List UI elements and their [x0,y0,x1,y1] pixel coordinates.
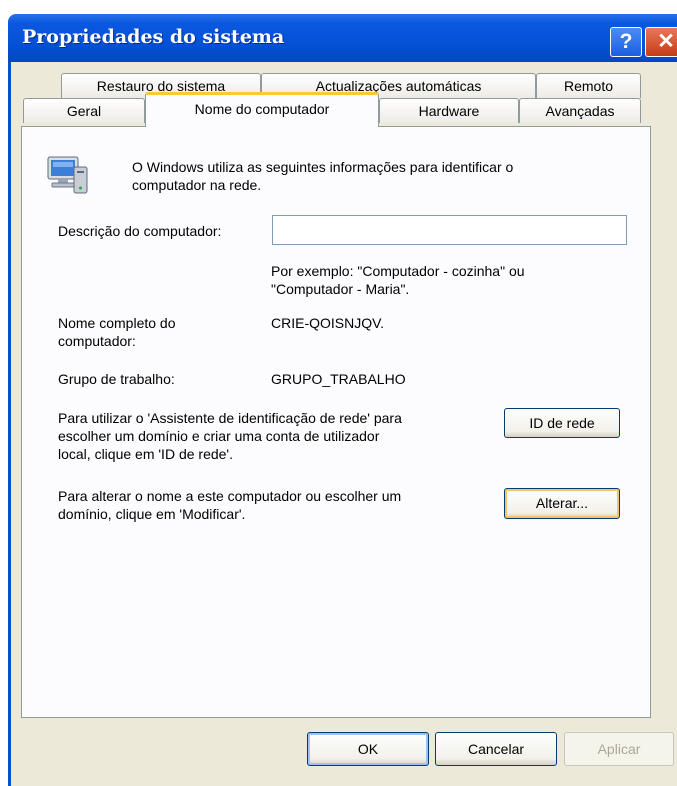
network-id-button[interactable]: ID de rede [504,408,620,438]
full-name-value: CRIE-QOISNJQV. [271,315,385,331]
rename-text-line1: Para alterar o nome a este computador ou… [58,488,402,504]
description-example-line2: "Computador - Maria". [271,281,410,297]
tab-panel: O Windows utiliza as seguintes informaçõ… [21,126,651,718]
tab-geral[interactable]: Geral [23,98,145,123]
title-bar[interactable]: Propriedades do sistema ? ✕ [8,14,677,62]
tab-remoto[interactable]: Remoto [536,73,641,98]
tab-hardware[interactable]: Hardware [379,98,519,123]
window-body: Restauro do sistema Actualizações automá… [8,62,677,786]
workgroup-label: Grupo de trabalho: [58,371,175,387]
close-button[interactable]: ✕ [645,27,677,57]
tab-avancadas[interactable]: Avançadas [519,98,641,123]
ok-button[interactable]: OK [307,732,429,766]
help-button[interactable]: ? [610,27,642,57]
cancel-button[interactable]: Cancelar [435,732,557,766]
apply-button[interactable]: Aplicar [564,732,674,766]
full-name-label-line2: computador: [58,333,136,349]
change-button[interactable]: Alterar... [504,488,620,519]
rename-text-line2: domínio, clique em 'Modificar'. [58,506,246,522]
tab-nome-do-computador[interactable]: Nome do computador [145,92,379,127]
network-id-text-line3: local, clique em 'ID de rede'. [58,446,233,462]
full-name-label-line1: Nome completo do [58,315,176,331]
intro-text-line2: computador na rede. [132,177,262,193]
description-example-line1: Por exemplo: "Computador - cozinha" ou [271,263,525,279]
network-id-text-line1: Para utilizar o 'Assistente de identific… [58,410,402,426]
intro-text-line1: O Windows utiliza as seguintes informaçõ… [132,159,514,175]
window-title: Propriedades do sistema [22,26,285,48]
description-label: Descrição do computador: [58,223,222,239]
network-id-text-line2: escolher um domínio e criar uma conta de… [58,428,380,444]
workgroup-value: GRUPO_TRABALHO [271,371,406,387]
description-input[interactable] [272,215,627,245]
computer-network-icon [46,153,90,197]
